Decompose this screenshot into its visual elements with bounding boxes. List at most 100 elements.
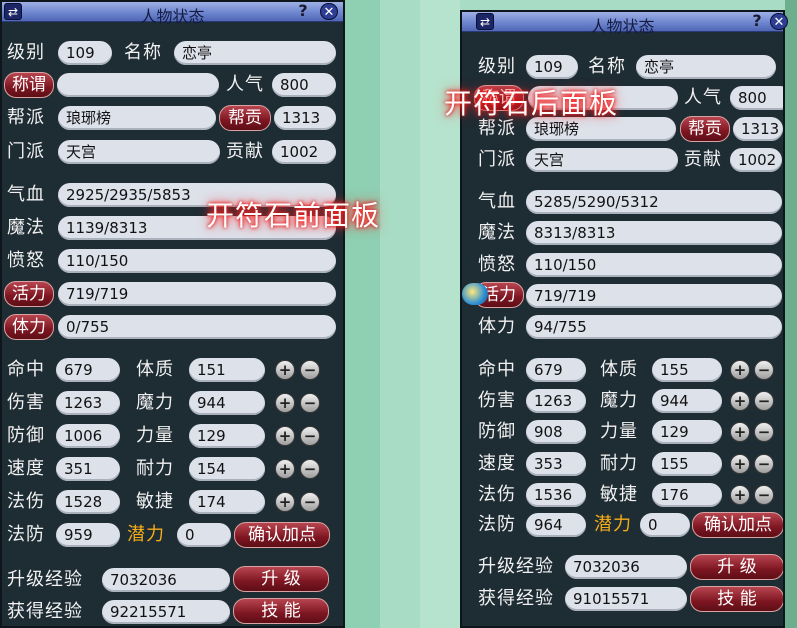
sect-value: 天宫	[58, 140, 220, 164]
spell-damage-label: 法伤	[7, 491, 45, 512]
gained-exp-label: 获得经验	[478, 588, 554, 609]
plus-icon[interactable]: +	[730, 360, 750, 380]
skills-button[interactable]: 技 能	[233, 598, 329, 624]
plus-icon[interactable]: +	[275, 492, 295, 512]
speed-label: 速度	[7, 458, 45, 479]
plus-icon[interactable]: +	[275, 393, 295, 413]
defense-label: 防御	[7, 425, 45, 446]
strength-label: 力量	[600, 421, 638, 442]
mp-label: 魔法	[478, 222, 516, 243]
orb-icon	[462, 283, 488, 305]
magic-value: 944	[652, 389, 722, 413]
title-button[interactable]: 称谓	[4, 72, 54, 98]
upgrade-button[interactable]: 升 级	[233, 566, 329, 592]
hp-value: 5285/5290/5312	[526, 190, 782, 214]
name-value: 恋亭	[174, 41, 336, 65]
gained-exp-value: 91015571	[565, 587, 687, 611]
help-icon[interactable]: ?	[294, 3, 312, 20]
spell-defense-value: 964	[526, 513, 586, 537]
upgrade-button[interactable]: 升 级	[690, 554, 783, 580]
vitality-button[interactable]: 活力	[4, 281, 54, 307]
upgrade-exp-label: 升级经验	[478, 556, 554, 577]
minus-icon[interactable]: −	[300, 393, 320, 413]
mp-label: 魔法	[7, 217, 45, 238]
minus-icon[interactable]: −	[300, 426, 320, 446]
sect-label: 门派	[7, 141, 45, 162]
damage-value: 1263	[526, 389, 586, 413]
guild-contrib-button[interactable]: 帮贡	[219, 105, 271, 131]
name-label: 名称	[588, 56, 626, 77]
popularity-value: 800	[730, 86, 783, 110]
spell-damage-value: 1536	[526, 483, 586, 507]
title-bar[interactable]: ⇄ 人物状态 ? ✕	[2, 2, 343, 26]
minus-icon[interactable]: −	[754, 422, 774, 442]
damage-label: 伤害	[7, 392, 45, 413]
guild-label: 帮派	[7, 107, 45, 128]
endurance-label: 耐力	[136, 458, 174, 479]
guild-contrib-button[interactable]: 帮贡	[680, 116, 730, 142]
plus-icon[interactable]: +	[730, 422, 750, 442]
level-label: 级别	[478, 56, 516, 77]
title-bar[interactable]: ⇄ 人物状态 ?	[462, 12, 783, 36]
name-value: 恋亭	[636, 55, 776, 79]
skills-button[interactable]: 技 能	[690, 586, 783, 612]
minus-icon[interactable]: −	[300, 459, 320, 479]
spell-damage-label: 法伤	[478, 484, 516, 505]
name-label: 名称	[124, 42, 162, 63]
plus-icon[interactable]: +	[730, 391, 750, 411]
defense-value: 1006	[56, 424, 120, 448]
minus-icon[interactable]: −	[754, 454, 774, 474]
guild-contrib-value: 1313	[733, 117, 783, 141]
mp-value: 8313/8313	[526, 221, 782, 245]
defense-value: 908	[526, 420, 586, 444]
upgrade-exp-value: 7032036	[102, 568, 230, 592]
rage-label: 愤怒	[478, 254, 516, 275]
hp-label: 气血	[7, 184, 45, 205]
agility-label: 敏捷	[136, 491, 174, 512]
damage-label: 伤害	[478, 390, 516, 411]
agility-value: 176	[652, 483, 722, 507]
strength-label: 力量	[136, 425, 174, 446]
damage-value: 1263	[56, 391, 120, 415]
upgrade-exp-value: 7032036	[565, 555, 687, 579]
constitution-label: 体质	[600, 359, 638, 380]
vitality-value: 719/719	[526, 284, 782, 308]
hit-value: 679	[526, 358, 586, 382]
minus-icon[interactable]: −	[754, 360, 774, 380]
stamina-value: 94/755	[526, 315, 782, 339]
magic-label: 魔力	[600, 390, 638, 411]
sect-value: 天宫	[526, 148, 678, 172]
plus-icon[interactable]: +	[730, 485, 750, 505]
plus-icon[interactable]: +	[730, 454, 750, 474]
stamina-button[interactable]: 体力	[4, 314, 54, 340]
close-icon[interactable]: ✕	[770, 13, 788, 30]
popularity-value: 800	[272, 73, 336, 97]
plus-icon[interactable]: +	[275, 459, 295, 479]
close-icon[interactable]: ✕	[320, 3, 338, 20]
confirm-points-button[interactable]: 确认加点	[692, 512, 783, 538]
magic-label: 魔力	[136, 392, 174, 413]
guild-value: 琅琊榜	[58, 106, 216, 130]
agility-value: 174	[189, 490, 265, 514]
after-runestone-caption: 开符石后面板	[444, 87, 619, 120]
minus-icon[interactable]: −	[300, 492, 320, 512]
background-stripe	[785, 0, 797, 628]
spell-damage-value: 1528	[56, 490, 120, 514]
help-icon[interactable]: ?	[748, 13, 766, 30]
popularity-label: 人气	[226, 74, 264, 95]
level-label: 级别	[7, 42, 45, 63]
minus-icon[interactable]: −	[754, 485, 774, 505]
hp-label: 气血	[478, 191, 516, 212]
level-value: 109	[58, 41, 112, 65]
gained-exp-value: 92215571	[102, 600, 230, 624]
hit-value: 679	[56, 358, 120, 382]
minus-icon[interactable]: −	[300, 360, 320, 380]
potential-value: 0	[640, 513, 690, 537]
sect-label: 门派	[478, 149, 516, 170]
minus-icon[interactable]: −	[754, 391, 774, 411]
speed-label: 速度	[478, 453, 516, 474]
confirm-points-button[interactable]: 确认加点	[234, 522, 330, 548]
potential-value: 0	[177, 523, 231, 547]
plus-icon[interactable]: +	[275, 360, 295, 380]
plus-icon[interactable]: +	[275, 426, 295, 446]
